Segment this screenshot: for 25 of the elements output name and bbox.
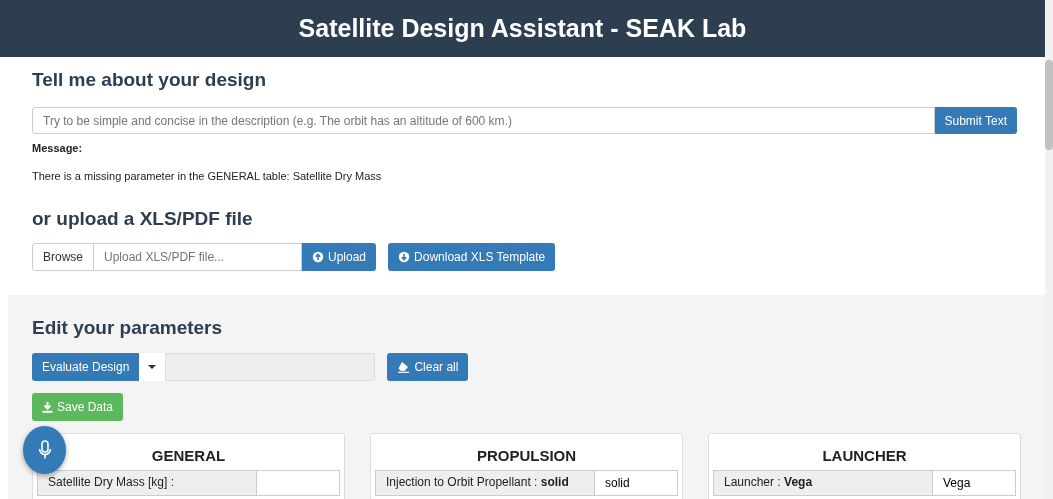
- browse-button[interactable]: Browse: [32, 243, 94, 271]
- panel-title: GENERAL: [151, 446, 226, 466]
- section-heading: Edit your parameters: [32, 317, 224, 339]
- panel-title: LAUNCHER: [822, 446, 907, 466]
- microphone-icon: [37, 440, 52, 460]
- eraser-icon: [397, 361, 411, 373]
- upload-button[interactable]: Upload: [302, 243, 377, 271]
- description-field[interactable]: Try to be simple and concise in the description (e.g. The orbit has an altitude of 600 km.): [32, 107, 935, 134]
- dropdown-button[interactable]: [139, 353, 166, 381]
- panel-title: PROPULSION: [476, 446, 577, 466]
- save-button[interactable]: Save Data: [32, 393, 124, 421]
- evaluate-button[interactable]: Evaluate Design: [32, 353, 140, 381]
- section-heading: or upload a XLS/PDF file: [32, 208, 254, 230]
- submit-button[interactable]: Submit Text: [934, 107, 1017, 134]
- caret-icon: [147, 364, 158, 370]
- file-field[interactable]: Upload XLS/PDF file...: [94, 243, 302, 271]
- message-label: Message:: [32, 142, 84, 154]
- upload-icon: [312, 251, 324, 263]
- download-icon: [398, 251, 411, 263]
- app-title: Satellite Design Assistant - SEAK Lab: [298, 14, 747, 43]
- section-heading: Tell me about your design: [32, 69, 267, 91]
- download-button[interactable]: Download XLS Template: [388, 243, 556, 271]
- download-icon: [42, 401, 53, 413]
- clear-button[interactable]: Clear all: [387, 353, 469, 381]
- message-text: There is a missing parameter in the GENERAL table: Satellite Dry Mass: [32, 170, 383, 182]
